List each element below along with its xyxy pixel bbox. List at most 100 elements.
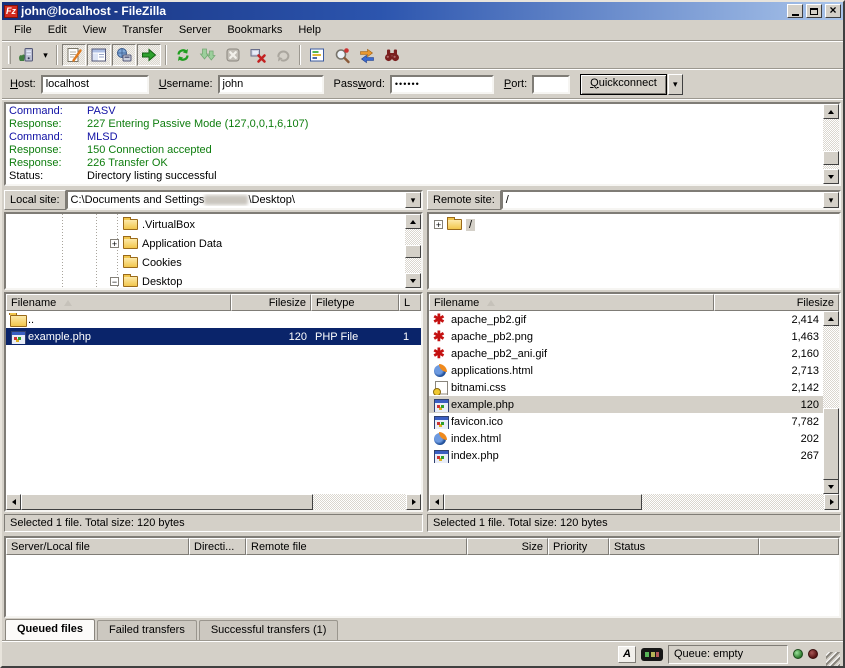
column-header-status[interactable]: Status <box>609 538 759 555</box>
column-header-server-local-file[interactable]: Server/Local file <box>6 538 189 555</box>
scroll-right-button[interactable] <box>406 494 421 510</box>
column-header-size[interactable]: Size <box>467 538 548 555</box>
file-row[interactable]: bitnami.css2,142 <box>429 379 823 396</box>
local-horizontal-scrollbar[interactable] <box>6 494 421 510</box>
scroll-down-button[interactable] <box>823 479 839 494</box>
scroll-thumb[interactable] <box>444 494 642 510</box>
reconnect-button[interactable] <box>271 44 295 66</box>
scroll-thumb[interactable] <box>405 245 421 258</box>
menu-transfer[interactable]: Transfer <box>114 21 171 39</box>
scroll-down-button[interactable] <box>405 273 421 288</box>
file-row[interactable]: apache_pb2.png1,463 <box>429 328 823 345</box>
local-site-combo[interactable]: C:\Documents and Settings\Desktop\ <box>66 190 423 210</box>
scroll-left-button[interactable] <box>429 494 444 510</box>
recv-activity-led <box>793 649 803 659</box>
refresh-button[interactable] <box>171 44 195 66</box>
toggle-local-tree-button[interactable] <box>87 44 111 66</box>
tree-item[interactable]: Cookies <box>6 253 405 272</box>
file-row[interactable]: favicon.ico7,782 <box>429 413 823 430</box>
quickconnect-dropdown[interactable] <box>668 74 683 95</box>
cancel-operation-button[interactable] <box>221 44 245 66</box>
tab-successful-transfers[interactable]: Successful transfers (1) <box>199 620 339 640</box>
column-header-lastmodified[interactable]: L <box>399 294 421 311</box>
column-header-direction[interactable]: Directi... <box>189 538 246 555</box>
directory-comparison-button[interactable] <box>330 44 354 66</box>
scroll-thumb[interactable] <box>21 494 313 510</box>
directory-listing-filters-button[interactable] <box>305 44 329 66</box>
scroll-thumb[interactable] <box>823 151 839 165</box>
site-manager-button[interactable] <box>14 44 38 66</box>
remote-list-scrollbar[interactable] <box>823 311 839 494</box>
column-header-filetype[interactable]: Filetype <box>311 294 399 311</box>
toggle-remote-tree-button[interactable] <box>112 44 136 66</box>
process-queue-button[interactable] <box>196 44 220 66</box>
scroll-up-button[interactable] <box>405 214 421 229</box>
port-input[interactable] <box>532 75 570 94</box>
column-header-filesize[interactable]: Filesize <box>231 294 311 311</box>
local-site-dropdown[interactable] <box>405 192 421 208</box>
scroll-up-button[interactable] <box>823 311 839 326</box>
file-row[interactable]: apache_pb2.gif2,414 <box>429 311 823 328</box>
column-header-priority[interactable]: Priority <box>548 538 609 555</box>
scroll-down-button[interactable] <box>823 169 839 184</box>
remote-site-combo[interactable]: / <box>501 190 841 210</box>
file-row[interactable]: .. <box>6 311 421 328</box>
toolbar-separator <box>165 45 167 65</box>
column-header-filesize[interactable]: Filesize <box>714 294 839 311</box>
site-manager-dropdown[interactable] <box>39 44 52 66</box>
menu-help[interactable]: Help <box>290 21 329 39</box>
expander-icon[interactable] <box>110 239 119 248</box>
minimize-button[interactable] <box>787 4 803 18</box>
disconnect-button[interactable] <box>246 44 270 66</box>
quickconnect-button[interactable]: Quickconnect <box>580 74 667 95</box>
close-button[interactable] <box>825 4 841 18</box>
tree-item[interactable]: .VirtualBox <box>6 215 405 234</box>
expander-icon[interactable] <box>434 220 443 229</box>
scroll-left-button[interactable] <box>6 494 21 510</box>
tab-queued-files[interactable]: Queued files <box>5 619 95 640</box>
username-input[interactable]: john <box>218 75 324 94</box>
tree-item[interactable]: Desktop <box>6 272 405 288</box>
file-row[interactable]: applications.html2,713 <box>429 362 823 379</box>
scroll-right-button[interactable] <box>824 494 839 510</box>
file-row-selected[interactable]: example.php120 <box>429 396 823 413</box>
toggle-message-log-button[interactable] <box>62 44 86 66</box>
site-manager-icon <box>17 46 35 64</box>
find-files-button[interactable] <box>380 44 404 66</box>
password-input[interactable]: •••••• <box>390 75 494 94</box>
toolbar-separator <box>56 45 58 65</box>
expander-icon[interactable] <box>110 277 119 286</box>
data-type-indicator-icon[interactable]: A <box>618 646 636 663</box>
maximize-button[interactable] <box>806 4 822 18</box>
local-tree-scrollbar[interactable] <box>405 214 421 288</box>
host-input[interactable]: localhost <box>41 75 149 94</box>
title-bar[interactable]: Fz john@localhost - FileZilla <box>2 2 843 20</box>
scroll-thumb[interactable] <box>823 408 839 480</box>
menu-bookmarks[interactable]: Bookmarks <box>219 21 290 39</box>
column-header-filename[interactable]: Filename <box>429 294 714 311</box>
file-row-selected[interactable]: example.php 120 PHP File 1 <box>6 328 421 345</box>
file-row[interactable]: apache_pb2_ani.gif2,160 <box>429 345 823 362</box>
toggle-transfer-queue-button[interactable] <box>137 44 161 66</box>
speed-limits-icon[interactable] <box>641 648 663 661</box>
log-scrollbar[interactable] <box>823 104 839 184</box>
tab-failed-transfers[interactable]: Failed transfers <box>97 620 197 640</box>
menu-edit[interactable]: Edit <box>40 21 75 39</box>
remote-horizontal-scrollbar[interactable] <box>429 494 839 510</box>
resize-grip[interactable] <box>826 652 840 666</box>
file-row[interactable]: index.php267 <box>429 447 823 464</box>
menu-server[interactable]: Server <box>171 21 219 39</box>
menu-file[interactable]: File <box>6 21 40 39</box>
file-row[interactable]: index.html202 <box>429 430 823 447</box>
remote-site-dropdown[interactable] <box>823 192 839 208</box>
column-header-filename[interactable]: Filename <box>6 294 231 311</box>
ico-file-icon <box>433 415 449 429</box>
filter-icon <box>308 46 326 64</box>
scroll-up-button[interactable] <box>823 104 839 119</box>
synchronized-browsing-button[interactable] <box>355 44 379 66</box>
menu-view[interactable]: View <box>75 21 115 39</box>
column-header-remote-file[interactable]: Remote file <box>246 538 467 555</box>
tree-item-selected[interactable]: / <box>429 215 839 234</box>
toolbar-grip[interactable] <box>8 46 11 64</box>
tree-item[interactable]: Application Data <box>6 234 405 253</box>
